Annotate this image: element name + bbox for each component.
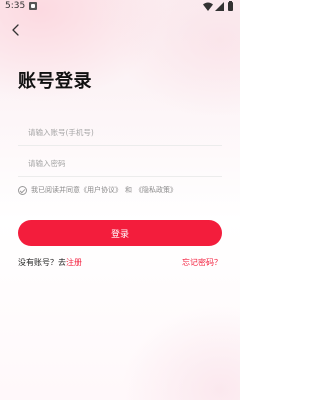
signal-icon [215,2,224,11]
agreement-and: 和 [125,186,132,194]
password-divider [18,176,222,177]
agreement-checkbox[interactable] [18,185,27,195]
back-arrow-icon [12,24,19,36]
login-button[interactable]: 登录 [18,220,222,246]
phone-input[interactable] [18,120,222,144]
battery-icon [228,1,233,11]
no-account-text: 没有账号？去 [18,258,66,267]
background-gradient [0,0,240,400]
phone-divider [18,145,222,146]
user-agreement-link[interactable]: 《用户协议》 [80,185,122,195]
page-title: 账号登录 [18,71,92,92]
forgot-password-link[interactable]: 忘记密码？ [182,257,222,268]
register-link[interactable]: 注册 [66,258,82,267]
agreement-prefix: 我已阅读并同意 [31,186,80,194]
privacy-policy-link[interactable]: 《隐私政策》 [135,185,177,195]
status-time: 5:35 [5,1,26,11]
back-button[interactable] [6,20,26,40]
password-input[interactable] [18,151,222,175]
notification-icon [29,2,37,10]
status-bar: 5:35 [0,0,240,14]
register-prompt: 没有账号？去注册 [18,257,82,268]
wifi-icon [203,2,213,11]
agreement-row: 我已阅读并同意 《用户协议》 和 《隐私政策》 [18,184,177,196]
